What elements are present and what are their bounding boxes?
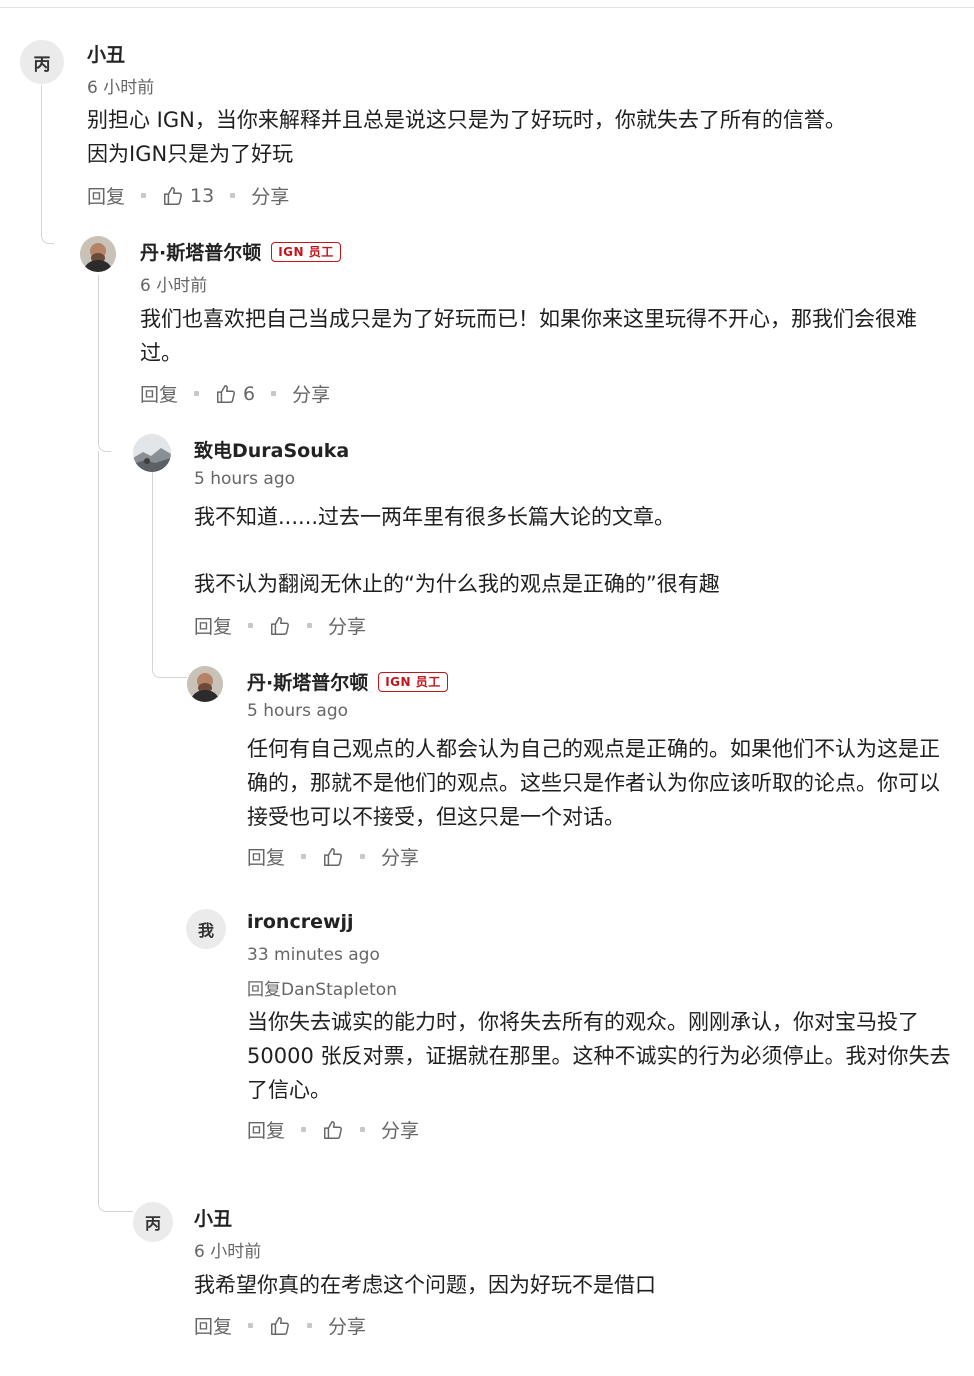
share-button[interactable]: 分享 [292, 380, 330, 407]
like-count: 13 [190, 184, 215, 207]
reply-button[interactable]: 回复 [247, 1116, 285, 1143]
reply-button[interactable]: 回复 [140, 380, 178, 407]
thumbs-up-icon [162, 185, 184, 207]
staff-badge: IGN 员工 [378, 671, 448, 692]
separator-dot [141, 193, 147, 198]
author-name[interactable]: 丹·斯塔普尔顿 [140, 238, 261, 265]
comment-time: 5 hours ago [194, 469, 296, 489]
comment-body: 我希望你真的在考虑这个问题，因为好玩不是借口 [194, 1273, 656, 1297]
separator-dot [301, 854, 307, 859]
like-button[interactable] [269, 615, 291, 637]
thumbs-up-icon [215, 383, 237, 405]
share-button[interactable]: 分享 [251, 182, 289, 209]
author-name[interactable]: 丹·斯塔普尔顿 [247, 668, 368, 695]
separator-dot [248, 1323, 254, 1328]
like-button[interactable]: 6 [215, 383, 255, 405]
thumbs-up-icon [322, 846, 344, 868]
top-divider [0, 7, 974, 8]
thread-line [98, 275, 111, 452]
like-button[interactable] [269, 1315, 291, 1337]
avatar[interactable] [80, 236, 116, 272]
thread-line [98, 451, 133, 1212]
reply-button[interactable]: 回复 [87, 182, 125, 209]
avatar[interactable]: 我 [186, 909, 226, 949]
author-name[interactable]: 小丑 [194, 1204, 232, 1231]
separator-dot [271, 391, 277, 396]
like-button[interactable] [322, 846, 344, 868]
like-button[interactable] [322, 1119, 344, 1141]
comment-body: 我不知道......过去一两年里有很多长篇大论的文章。 我不认为翻阅无休止的“为… [194, 505, 720, 596]
comment-body: 任何有自己观点的人都会认为自己的观点是正确的。如果他们不认为这是正确的，那就不是… [247, 737, 940, 829]
reply-button[interactable]: 回复 [194, 612, 232, 639]
avatar[interactable] [133, 434, 171, 472]
avatar[interactable] [187, 666, 223, 702]
separator-dot [230, 193, 236, 198]
share-button[interactable]: 分享 [381, 843, 419, 870]
staff-badge: IGN 员工 [271, 241, 341, 262]
separator-dot [360, 854, 366, 859]
author-name[interactable]: 致电DuraSouka [194, 436, 349, 463]
separator-dot [301, 1127, 307, 1132]
comment-time: 6 小时前 [87, 78, 155, 98]
comment-body: 当你失去诚实的能力时，你将失去所有的观众。刚刚承认，你对宝马投了 50000 张… [247, 1010, 951, 1102]
share-button[interactable]: 分享 [381, 1116, 419, 1143]
thumbs-up-icon [269, 1315, 291, 1337]
author-name[interactable]: ironcrewjj [247, 911, 354, 933]
separator-dot [194, 391, 200, 396]
comment-body: 别担心 IGN，当你来解释并且总是说这只是为了好玩时，你就失去了所有的信誉。 因… [87, 108, 846, 166]
thumbs-up-icon [322, 1119, 344, 1141]
avatar[interactable]: 丙 [20, 40, 64, 84]
share-button[interactable]: 分享 [328, 1312, 366, 1339]
separator-dot [248, 623, 254, 628]
reply-button[interactable]: 回复 [194, 1312, 232, 1339]
comment-time: 6 小时前 [140, 276, 208, 296]
separator-dot [360, 1127, 366, 1132]
separator-dot [307, 1323, 313, 1328]
thumbs-up-icon [269, 615, 291, 637]
separator-dot [307, 623, 313, 628]
avatar[interactable]: 丙 [133, 1202, 173, 1242]
like-button[interactable]: 13 [162, 185, 214, 207]
share-button[interactable]: 分享 [328, 612, 366, 639]
reply-to-label[interactable]: 回复DanStapleton [247, 975, 397, 1000]
reply-button[interactable]: 回复 [247, 843, 285, 870]
comment-body: 我们也喜欢把自己当成只是为了好玩而已！如果你来这里玩得不开心，那我们会很难过。 [140, 307, 917, 365]
thread-line [152, 470, 187, 678]
like-count: 6 [243, 382, 256, 405]
comment-time: 5 hours ago [247, 701, 349, 721]
thread-line [41, 85, 54, 244]
comment-time: 6 小时前 [194, 1242, 262, 1262]
author-name[interactable]: 小丑 [87, 40, 125, 67]
comment-time: 33 minutes ago [247, 945, 380, 965]
